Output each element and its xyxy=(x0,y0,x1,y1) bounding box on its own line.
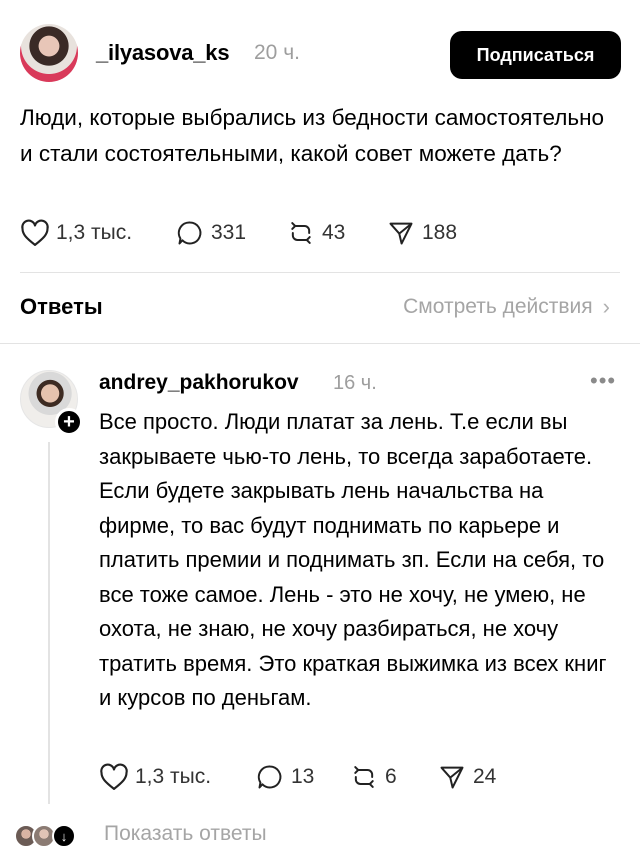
comment-icon xyxy=(177,221,202,245)
reply-share-button[interactable]: 24 xyxy=(437,763,496,791)
follow-button[interactable]: Подписаться xyxy=(450,31,621,79)
chevron-right-icon: › xyxy=(602,294,610,319)
reply-like-count: 1,3 тыс. xyxy=(135,765,212,788)
reply-repost-count: 6 xyxy=(385,765,397,788)
avatar[interactable] xyxy=(20,24,78,82)
repost-icon xyxy=(291,222,311,244)
share-count: 188 xyxy=(422,221,458,244)
repost-count: 43 xyxy=(322,221,346,244)
reply-comment-count: 13 xyxy=(291,765,315,788)
like-button[interactable]: 1,3 тыс. xyxy=(20,219,175,247)
reply-share-count: 24 xyxy=(473,765,497,788)
thread-line xyxy=(48,442,50,804)
reply-avatars[interactable]: ↓ xyxy=(14,820,86,852)
share-button[interactable]: 188 xyxy=(386,219,457,247)
reply-text: Все просто. Люди платат за лень. Т.е есл… xyxy=(99,409,607,710)
post-time: 20 ч. xyxy=(254,41,300,64)
reply-actions: 1,3 тыс. 13 6 24 xyxy=(99,763,496,791)
plus-icon[interactable]: + xyxy=(55,408,83,436)
reply-repost-button[interactable]: 6 xyxy=(349,763,437,791)
view-activity-link[interactable]: Смотреть действия › xyxy=(403,294,610,320)
repost-button[interactable]: 43 xyxy=(286,219,386,247)
share-icon xyxy=(389,222,413,245)
post: _ilyasova_ks 20 ч. Подписаться Люди, кот… xyxy=(0,0,640,280)
reply-username[interactable]: andrey_pakhorukov xyxy=(99,371,299,395)
share-icon xyxy=(440,766,464,789)
comment-button[interactable]: 331 xyxy=(175,219,286,247)
divider xyxy=(20,272,620,273)
repost-icon xyxy=(354,766,374,788)
chevron-down-icon: ↓ xyxy=(52,824,76,848)
heart-icon xyxy=(21,219,49,246)
post-actions: 1,3 тыс. 331 43 188 xyxy=(20,219,457,247)
view-activity-label: Смотреть действия xyxy=(403,295,593,318)
like-count: 1,3 тыс. xyxy=(56,221,133,244)
replies-title: Ответы xyxy=(20,294,103,319)
show-replies-link[interactable]: Показать ответы xyxy=(104,822,267,846)
comment-count: 331 xyxy=(211,221,247,244)
comment-icon xyxy=(257,765,282,789)
reply-comment-button[interactable]: 13 xyxy=(255,763,349,791)
post-text: Люди, которые выбрались из бедности само… xyxy=(20,105,605,166)
more-icon[interactable]: ••• xyxy=(590,368,616,394)
post-username[interactable]: _ilyasova_ks xyxy=(96,40,230,66)
heart-icon xyxy=(100,763,128,790)
reply-time: 16 ч. xyxy=(333,372,377,394)
divider xyxy=(0,343,640,344)
reply-like-button[interactable]: 1,3 тыс. xyxy=(99,763,255,791)
